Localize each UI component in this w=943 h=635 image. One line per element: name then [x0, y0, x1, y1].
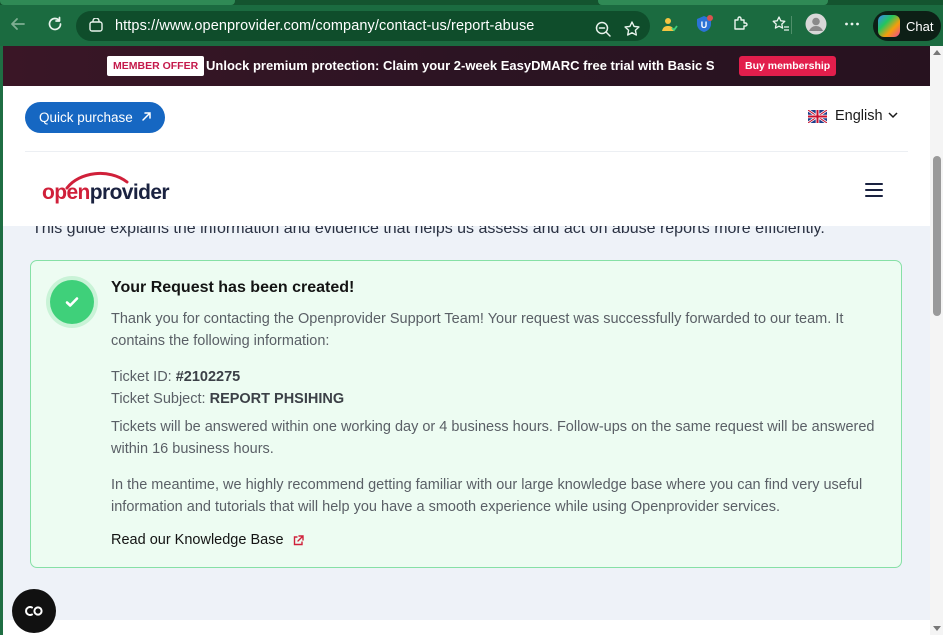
favorites-icon[interactable] [770, 13, 792, 35]
language-selector[interactable]: English [808, 108, 898, 124]
shield-extension-icon[interactable]: U [693, 13, 715, 35]
page-viewport: MEMBER OFFER Unlock premium protection: … [3, 46, 930, 635]
ticket-info: Ticket ID: #2102275 Ticket Subject: REPO… [111, 366, 886, 410]
hamburger-menu-icon[interactable] [865, 183, 883, 197]
promo-message[interactable]: Unlock premium protection: Claim your 2-… [206, 58, 714, 73]
cookie-consent-icon [25, 606, 43, 616]
chevron-down-icon [888, 110, 898, 122]
scrollbar-thumb[interactable] [933, 156, 941, 316]
success-card: Your Request has been created! Thank you… [30, 260, 902, 568]
reload-icon[interactable] [44, 13, 66, 35]
buy-membership-button[interactable]: Buy membership [739, 56, 837, 76]
more-icon[interactable] [841, 13, 863, 35]
address-bar[interactable]: https://www.openprovider.com/company/con… [76, 11, 650, 41]
site-header: Quick purchase English open provider [3, 86, 930, 226]
copilot-chat-button[interactable]: Chat [873, 11, 941, 41]
avatar[interactable] [805, 13, 827, 35]
external-link-icon[interactable] [293, 534, 304, 546]
tab-right[interactable] [598, 0, 828, 5]
ticket-subject-label: Ticket Subject: [111, 391, 210, 407]
check-circle-icon [50, 280, 94, 324]
zoom-icon[interactable] [593, 19, 613, 39]
scroll-up-icon[interactable] [933, 50, 941, 55]
ticket-id: #2102275 [175, 369, 241, 385]
browser-toolbar: https://www.openprovider.com/company/con… [0, 0, 943, 46]
member-offer-badge: MEMBER OFFER [107, 56, 205, 76]
page-scrollbar[interactable] [930, 46, 943, 635]
star-icon[interactable] [622, 19, 642, 39]
external-arrow-icon [141, 110, 152, 125]
success-title: Your Request has been created! [111, 279, 355, 296]
svg-text:U: U [701, 20, 708, 30]
copilot-icon [878, 15, 900, 37]
quick-purchase-button[interactable]: Quick purchase [25, 102, 165, 133]
cookie-settings-button[interactable] [12, 589, 56, 633]
ticket-subject: REPORT PHSIHING [209, 391, 345, 407]
knowledge-base-link[interactable]: Read our Knowledge Base [111, 532, 304, 548]
success-message: Thank you for contacting the Openprovide… [111, 311, 844, 349]
scroll-down-icon[interactable] [933, 626, 941, 631]
site-info-icon[interactable] [87, 17, 105, 35]
chat-label: Chat [906, 18, 934, 34]
header-divider [25, 151, 908, 152]
quick-purchase-label: Quick purchase [39, 110, 133, 125]
uk-flag-icon [808, 109, 827, 123]
puzzle-icon[interactable] [729, 13, 751, 35]
back-arrow-icon[interactable] [7, 13, 29, 35]
tab-left[interactable] [0, 0, 235, 5]
ticket-id-label: Ticket ID: [111, 369, 176, 385]
knowledge-base-text: In the meantime, we highly recommend get… [111, 477, 863, 515]
extension-user-icon[interactable] [658, 13, 680, 35]
url-text[interactable]: https://www.openprovider.com/company/con… [115, 18, 534, 34]
promo-banner[interactable]: MEMBER OFFER Unlock premium protection: … [3, 46, 930, 86]
response-time-text: Tickets will be answered within one work… [111, 419, 875, 457]
footer-edge [3, 620, 930, 635]
language-label: English [835, 108, 883, 124]
logo-swoosh-icon [65, 171, 129, 190]
knowledge-base-link-label[interactable]: Read our Knowledge Base [111, 532, 284, 548]
